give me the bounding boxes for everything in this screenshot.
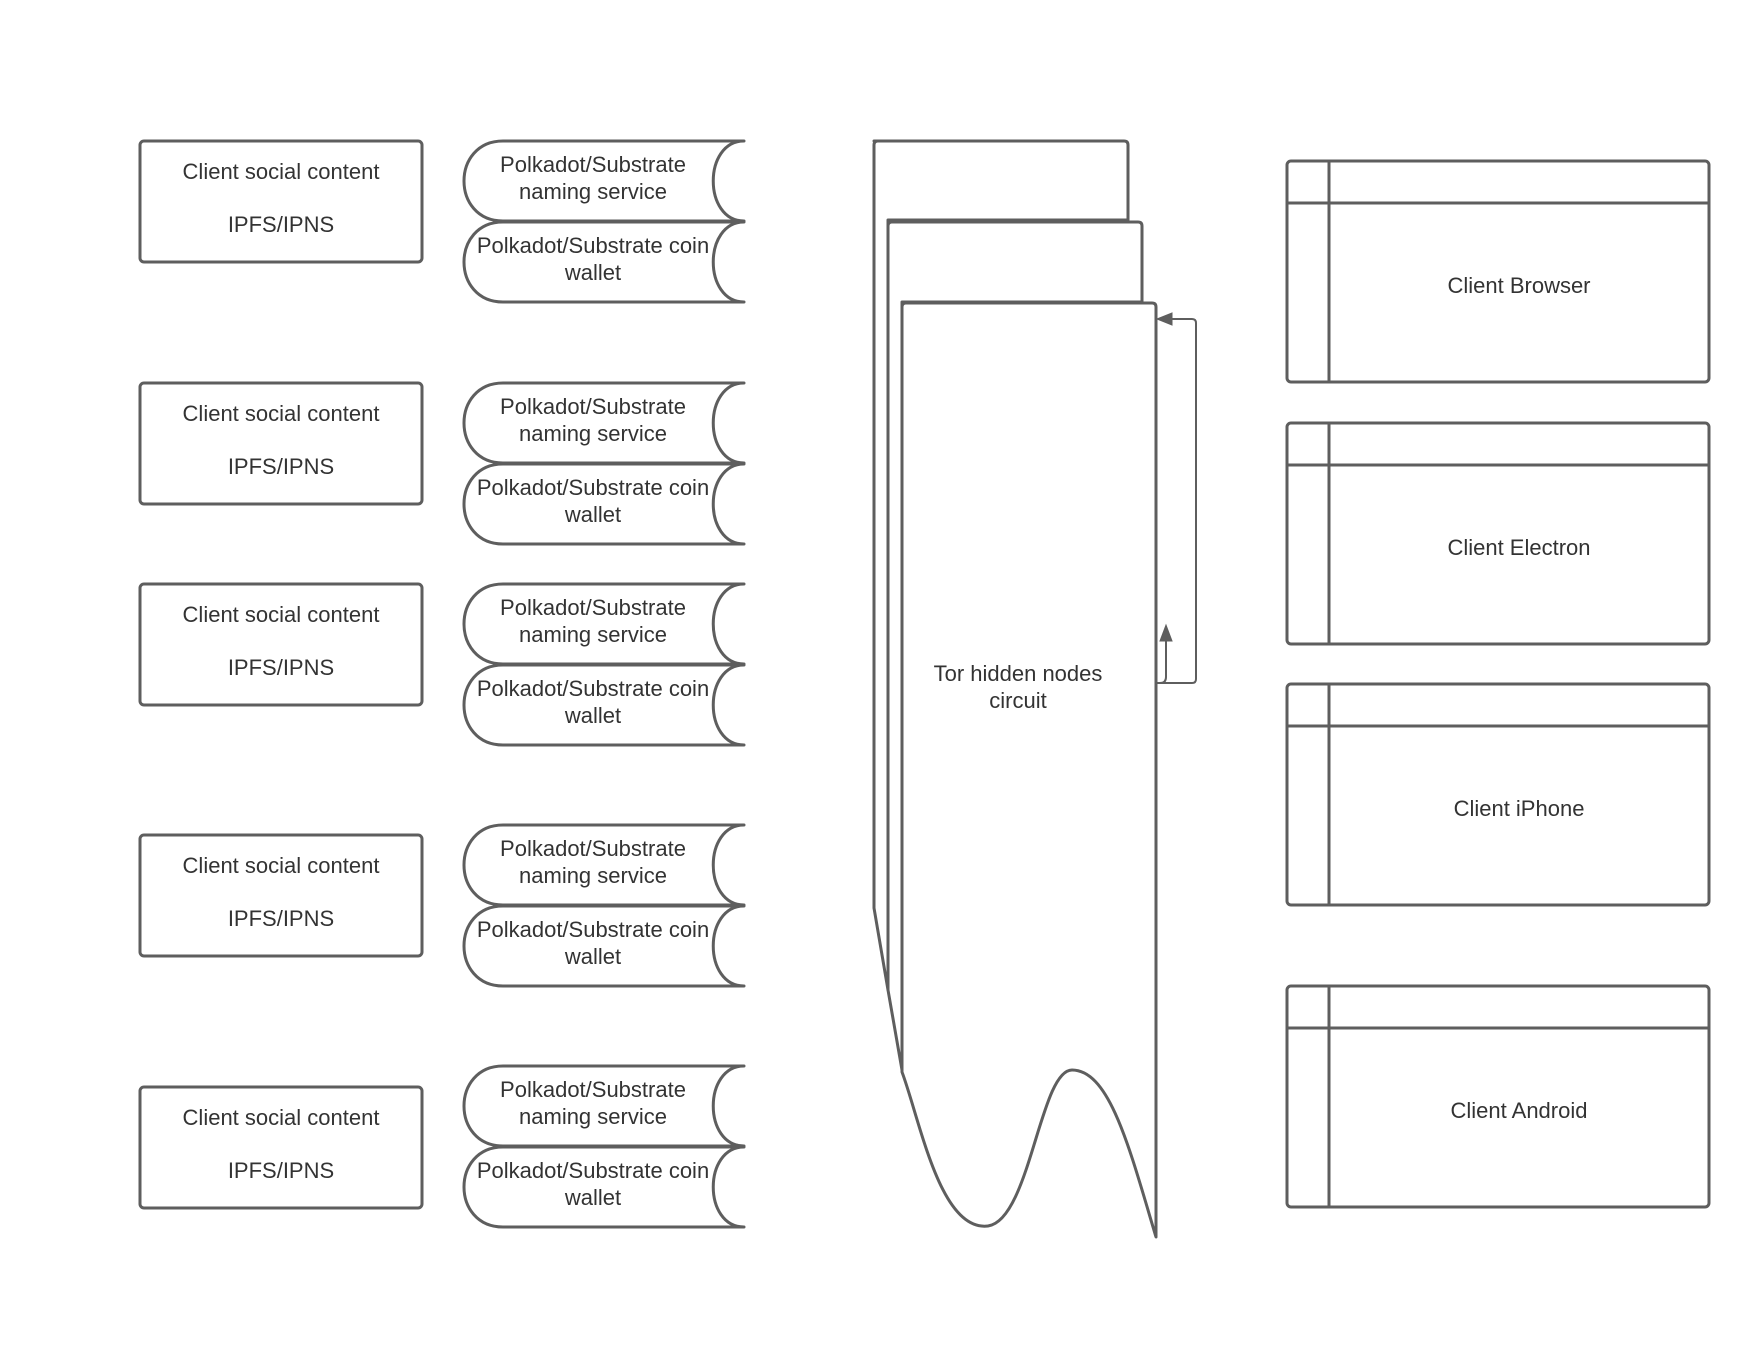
naming-service-label-1: Polkadot/Substrate — [500, 152, 686, 177]
loop-arrow — [1155, 312, 1197, 684]
social-content-label: Client social content — [183, 159, 380, 184]
social-content-label: Client social content — [183, 853, 380, 878]
client-group-4: Client social content IPFS/IPNS Polkadot… — [138, 823, 746, 988]
architecture-diagram: Client social content IPFS/IPNS Polkadot… — [138, 139, 1711, 1239]
ipfs-label: IPFS/IPNS — [228, 655, 334, 680]
loop-connector — [1156, 318, 1197, 684]
naming-service-label-2: naming service — [519, 421, 667, 446]
ipfs-label: IPFS/IPNS — [228, 906, 334, 931]
up-arrowhead-icon — [1159, 623, 1173, 642]
social-content-label: Client social content — [183, 1105, 380, 1130]
client-group-2: Client social content IPFS/IPNS Polkadot… — [138, 381, 746, 546]
naming-service-label-2: naming service — [519, 1104, 667, 1129]
tor-label-2: circuit — [989, 688, 1046, 713]
client-group-5: Client social content IPFS/IPNS Polkadot… — [138, 1064, 746, 1229]
naming-service-label-2: naming service — [519, 179, 667, 204]
client-window-browser: Client Browser — [1285, 159, 1711, 384]
coin-wallet-label-2: wallet — [564, 1185, 621, 1210]
client-android-label: Client Android — [1451, 1098, 1588, 1123]
client-window-electron: Client Electron — [1285, 421, 1711, 646]
naming-service-label-1: Polkadot/Substrate — [500, 1077, 686, 1102]
window-frame — [1285, 159, 1711, 384]
naming-service-label-2: naming service — [519, 863, 667, 888]
coin-wallet-label-2: wallet — [564, 502, 621, 527]
coin-wallet-label-1: Polkadot/Substrate coin — [477, 1158, 709, 1183]
window-frame — [1285, 421, 1711, 646]
coin-wallet-label-2: wallet — [564, 260, 621, 285]
tor-label-1: Tor hidden nodes — [934, 661, 1103, 686]
ipfs-label: IPFS/IPNS — [228, 1158, 334, 1183]
naming-service-label-1: Polkadot/Substrate — [500, 836, 686, 861]
client-group-3: Client social content IPFS/IPNS Polkadot… — [138, 582, 746, 747]
naming-service-label-1: Polkadot/Substrate — [500, 394, 686, 419]
social-content-label: Client social content — [183, 602, 380, 627]
coin-wallet-label-1: Polkadot/Substrate coin — [477, 676, 709, 701]
window-frame — [1285, 984, 1711, 1209]
coin-wallet-label-2: wallet — [564, 944, 621, 969]
ipfs-label: IPFS/IPNS — [228, 454, 334, 479]
coin-wallet-label-1: Polkadot/Substrate coin — [477, 917, 709, 942]
client-window-iphone: Client iPhone — [1285, 682, 1711, 907]
window-frame — [1285, 682, 1711, 907]
ipfs-label: IPFS/IPNS — [228, 212, 334, 237]
naming-service-label-2: naming service — [519, 622, 667, 647]
client-group-1: Client social content IPFS/IPNS Polkadot… — [138, 139, 746, 304]
client-iphone-label: Client iPhone — [1454, 796, 1585, 821]
coin-wallet-label-2: wallet — [564, 703, 621, 728]
social-content-label: Client social content — [183, 401, 380, 426]
client-browser-label: Client Browser — [1447, 273, 1590, 298]
coin-wallet-label-1: Polkadot/Substrate coin — [477, 233, 709, 258]
loop-arrowhead-icon — [1155, 312, 1173, 326]
tor-circuit-stack: Tor hidden nodes circuit — [872, 139, 1158, 1239]
coin-wallet-label-1: Polkadot/Substrate coin — [477, 475, 709, 500]
client-window-android: Client Android — [1285, 984, 1711, 1209]
client-electron-label: Client Electron — [1447, 535, 1590, 560]
tor-front-page — [900, 301, 1158, 1239]
naming-service-label-1: Polkadot/Substrate — [500, 595, 686, 620]
